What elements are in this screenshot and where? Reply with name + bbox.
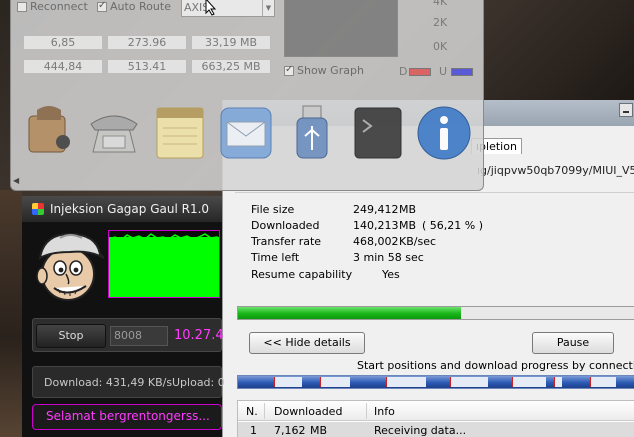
injector-window: Injeksion Gagap Gaul R1.0 Stop 8008 10.2… <box>22 196 225 437</box>
stat-cell: 6,85 <box>23 35 103 50</box>
table-header: N. Downloaded Info <box>238 401 634 421</box>
file-size-label: File size <box>251 203 295 216</box>
column-header-number[interactable]: N. <box>246 405 258 418</box>
cell-number: 1 <box>250 424 257 437</box>
table-row[interactable]: 1 7,162 MB Receiving data... <box>238 422 634 437</box>
transfer-rate-value: 468,002 <box>353 235 399 248</box>
stat-cell: 444,84 <box>23 59 103 74</box>
connection-segment <box>450 377 488 387</box>
terminal-icon[interactable] <box>349 102 407 164</box>
reconnect-checkbox-box[interactable] <box>17 1 27 12</box>
notepad-icon[interactable] <box>151 102 209 164</box>
auto-route-checkbox[interactable]: Auto Route <box>97 0 171 13</box>
downloaded-unit: MB <box>399 219 417 232</box>
download-progress-bar <box>237 306 634 320</box>
connection-segment <box>512 377 546 387</box>
app-cube-icon <box>32 203 44 215</box>
chevron-down-icon[interactable]: ▼ <box>262 0 274 16</box>
axis-label: 4K <box>433 0 448 8</box>
auto-route-checkbox-box[interactable] <box>97 0 107 12</box>
ip-address: 10.27.4 <box>174 328 224 343</box>
downloaded-value: 140,213 <box>353 219 399 232</box>
show-graph-label: Show Graph <box>297 64 364 77</box>
cell-info: Receiving data... <box>374 424 467 437</box>
cell-downloaded-value: 7,162 <box>274 424 306 437</box>
connection-segment <box>590 377 616 387</box>
injector-title: Injeksion Gagap Gaul R1.0 <box>50 202 210 216</box>
pause-button[interactable]: Pause <box>532 332 614 354</box>
upload-speed: Upload: 0 <box>172 376 225 389</box>
connections-table: N. Downloaded Info 1 7,162 MB Receiving … <box>237 400 634 437</box>
transfer-rate-label: Transfer rate <box>251 235 322 248</box>
info-icon[interactable] <box>415 102 473 164</box>
stat-cell: 33,19 MB <box>191 35 271 50</box>
reconnect-checkbox[interactable]: Reconnect <box>17 0 88 13</box>
divider <box>235 192 634 193</box>
mail-icon[interactable] <box>217 102 275 164</box>
app-dock <box>19 98 475 170</box>
download-speed: Download: 431,49 KB/s <box>44 376 173 389</box>
connection-segment <box>274 377 302 387</box>
file-size-unit: MB <box>399 203 417 216</box>
stop-button[interactable]: Stop <box>36 324 106 348</box>
scroll-left-icon[interactable]: ◀ <box>13 176 19 185</box>
minimize-button[interactable] <box>619 103 633 117</box>
column-header-downloaded[interactable]: Downloaded <box>274 405 342 418</box>
route-select[interactable]: AXIS ▼ <box>181 0 275 17</box>
stat-cell: 273.96 <box>107 35 187 50</box>
connection-segment <box>554 377 562 387</box>
show-graph-checkbox[interactable]: Show Graph <box>284 64 364 77</box>
auto-route-label: Auto Route <box>110 0 171 13</box>
file-size-value: 249,412 <box>353 203 399 216</box>
telephone-icon[interactable] <box>85 102 143 164</box>
usb-drive-icon[interactable] <box>283 102 341 164</box>
axis-label: 0K <box>433 40 448 53</box>
resume-value: Yes <box>382 268 400 281</box>
column-header-info[interactable]: Info <box>374 405 395 418</box>
injector-titlebar[interactable]: Injeksion Gagap Gaul R1.0 <box>22 196 222 222</box>
axis-label: 2K <box>433 16 448 29</box>
connection-segment <box>386 377 426 387</box>
mouse-cursor-icon <box>205 0 217 16</box>
phone-book-icon[interactable] <box>19 102 77 164</box>
motto-text: Selamat bergrentongerss... <box>46 409 210 423</box>
column-divider[interactable] <box>264 403 265 419</box>
port-input[interactable]: 8008 <box>110 326 168 346</box>
legend-upload-swatch <box>451 68 473 76</box>
legend-download-label: D <box>399 65 408 78</box>
downloaded-percent: ( 56,21 % ) <box>422 219 484 232</box>
connections-progress-bar <box>237 375 634 389</box>
hide-details-button[interactable]: << Hide details <box>249 332 365 354</box>
desktop-wallpaper-strip <box>0 190 22 437</box>
traffic-graph-area <box>284 0 398 57</box>
mascot-face-icon <box>36 232 105 301</box>
traffic-graph-fill <box>109 237 219 297</box>
downloaded-label: Downloaded <box>251 219 320 232</box>
resume-label: Resume capability <box>251 268 353 281</box>
connection-segment <box>320 377 350 387</box>
legend-upload-label: U <box>439 65 448 78</box>
stat-cell: 513.41 <box>107 59 187 74</box>
column-divider[interactable] <box>366 403 367 419</box>
legend-download-swatch <box>409 68 431 76</box>
traffic-graph <box>108 230 220 298</box>
network-monitor-overlay: Reconnect Auto Route AXIS ▼ 6,85 273.96 … <box>10 0 484 191</box>
stat-cell: 663,25 MB <box>191 59 271 74</box>
reconnect-label: Reconnect <box>30 0 88 13</box>
time-left-label: Time left <box>251 251 300 264</box>
progress-fill <box>238 307 461 319</box>
transfer-rate-unit: KB/sec <box>399 235 437 248</box>
download-url: ıg/jiqpvw50qb7099y/MIUI_V5_4 <box>477 164 634 177</box>
show-graph-checkbox-box[interactable] <box>284 64 294 76</box>
connections-caption: Start positions and download progress by… <box>357 359 634 372</box>
time-left-value: 3 min 58 sec <box>353 251 424 264</box>
cell-downloaded-unit: MB <box>310 424 328 437</box>
